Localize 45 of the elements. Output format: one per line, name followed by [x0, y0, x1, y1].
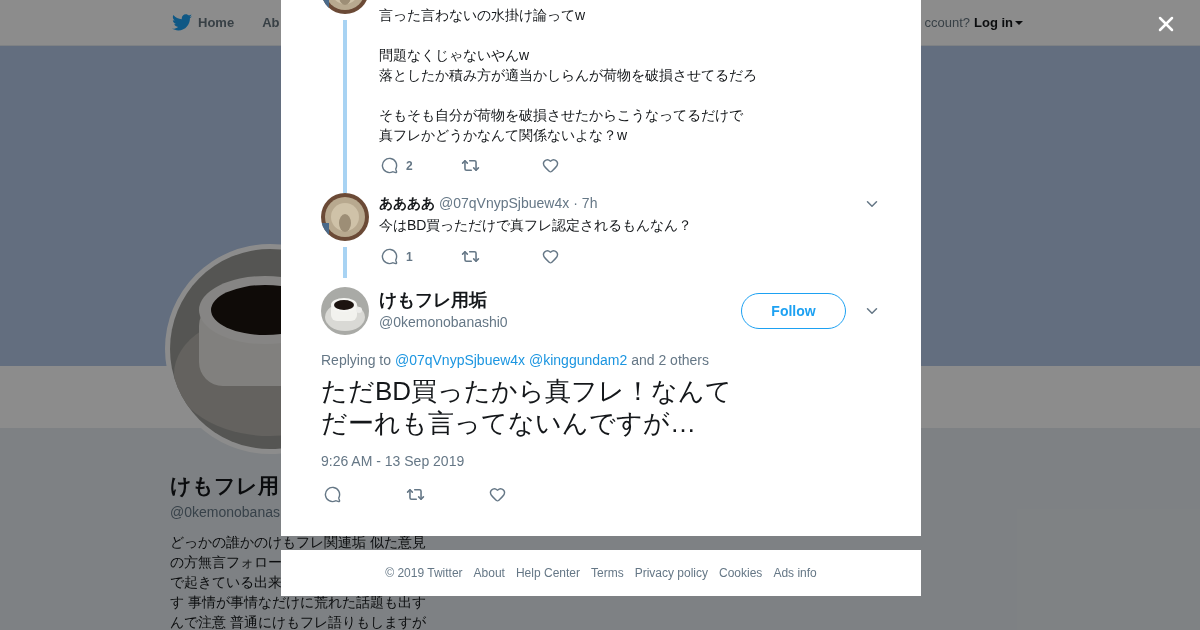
- footer-link[interactable]: Cookies: [719, 564, 763, 582]
- profile-name: けもフレ用: [170, 473, 279, 499]
- bio-line: の方無言フォロー: [170, 556, 282, 570]
- bio-line: どっかの誰かのけもフレ関連垢 似た意見: [170, 536, 426, 550]
- mention-link[interactable]: @kinggundam2: [529, 352, 628, 368]
- reply-icon[interactable]: [324, 486, 341, 503]
- reply-count: 1: [406, 248, 413, 266]
- tweet-timestamp[interactable]: 9:26 AM - 13 Sep 2019: [321, 451, 921, 472]
- home-link[interactable]: Home: [198, 12, 235, 33]
- tweet-text: 言った言わないの水掛け論ってw: [379, 6, 586, 25]
- nav-link[interactable]: Ab: [262, 12, 280, 33]
- account-prompt: ccount?: [924, 13, 970, 32]
- reply-count: 2: [406, 157, 413, 175]
- replying-to-text: Replying to @07qVnypSjbuew4x @kinggundam2 and 2 others: [321, 351, 711, 370]
- footer-link[interactable]: About: [473, 564, 505, 582]
- like-icon[interactable]: [489, 486, 506, 503]
- reply-icon[interactable]: [381, 248, 398, 265]
- footer-link[interactable]: Privacy policy: [634, 564, 708, 582]
- mention-link[interactable]: @07qVnypSjbuew4x: [394, 352, 526, 368]
- like-icon[interactable]: [542, 248, 559, 265]
- like-icon[interactable]: [542, 157, 559, 174]
- tweet-time[interactable]: 7h: [581, 193, 598, 214]
- footer-link[interactable]: Ads info: [773, 564, 817, 582]
- user-handle[interactable]: @07qVnypSjbuew4x: [439, 193, 570, 214]
- login-link[interactable]: Log in: [974, 12, 1023, 33]
- tweet-text: 落としたか積み方が適当かしらんが荷物を破損させてるだろ: [379, 66, 757, 85]
- profile-handle: @0kemonobanas: [170, 503, 280, 522]
- reply-icon[interactable]: [381, 157, 398, 174]
- tweet-text: 今はBD買っただけで真フレ認定されるもんなん？: [379, 216, 694, 235]
- bio-line: んで注意 普通にけもフレ語りもしますが: [170, 616, 426, 630]
- separator: ·: [573, 194, 578, 213]
- bio-line: す 事情が事情なだけに荒れた話題も出す: [170, 596, 426, 610]
- footer-link[interactable]: © 2019 Twitter: [385, 564, 463, 582]
- user-name[interactable]: けもフレ用垢: [379, 289, 508, 311]
- bird-icon: [172, 14, 192, 31]
- tweet-text: 真フレかどうかなんて関係ないよな？w: [379, 126, 628, 145]
- tweet-text: だーれも言ってないんですが…: [321, 407, 696, 439]
- bio-line: で起きている出来: [170, 576, 282, 590]
- footer-link[interactable]: Terms: [591, 564, 624, 582]
- footer-link[interactable]: Help Center: [515, 564, 580, 582]
- user-name[interactable]: ああああ: [379, 193, 435, 214]
- tweet-text: そもそも自分が荷物を破損させたからこうなってるだけで: [379, 106, 743, 125]
- user-handle[interactable]: @0kemonobanashi0: [379, 312, 508, 333]
- tweet-text: 問題なくじゃないやんw: [379, 46, 530, 65]
- tweet-text: ただBD買ったから真フレ！なんて: [321, 375, 733, 407]
